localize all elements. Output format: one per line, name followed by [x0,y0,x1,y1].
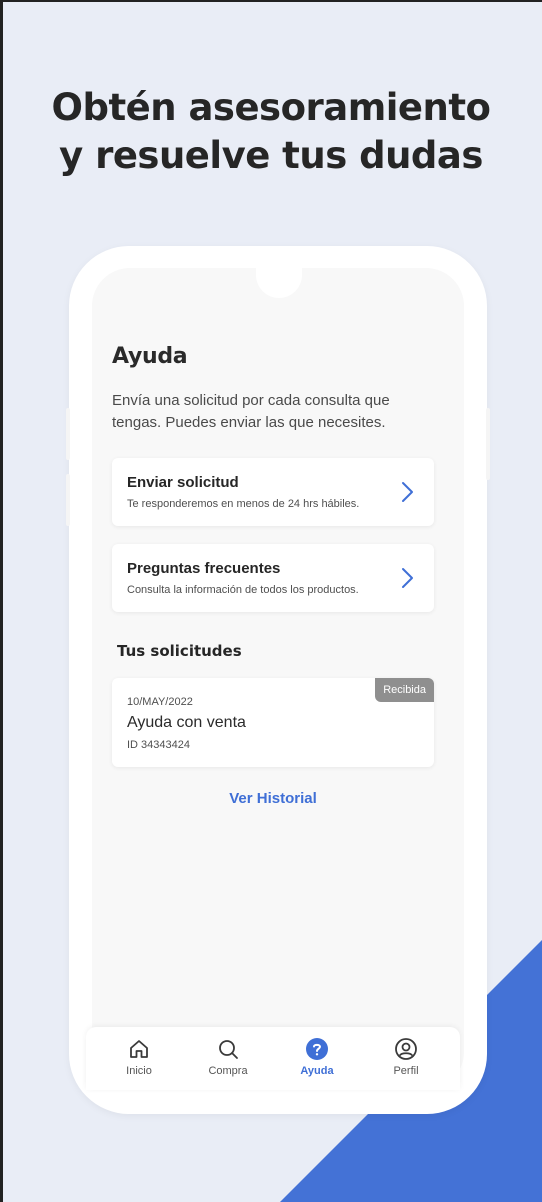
nav-item-compra[interactable]: Compra [193,1037,263,1077]
requests-section-title: Tus solicitudes [117,642,242,660]
send-request-subtitle: Te responderemos en menos de 24 hrs hábi… [127,498,360,510]
send-request-title: Enviar solicitud [127,474,239,491]
nav-item-perfil[interactable]: Perfil [371,1037,441,1077]
home-icon [130,1040,148,1058]
nav-label-perfil: Perfil [393,1065,419,1077]
faq-title: Preguntas frecuentes [127,560,281,577]
promo-headline-line-2: y resuelve tus dudas [59,134,483,177]
nav-label-ayuda: Ayuda [300,1065,334,1077]
help-icon [306,1038,328,1060]
nav-label-compra: Compra [208,1065,248,1077]
faq-card[interactable]: Preguntas frecuentes Consulta la informa… [112,544,434,612]
page-description: Envía una solicitud por cada consulta qu… [112,392,390,431]
search-icon [219,1040,238,1059]
phone-side-button-left-bottom [66,474,70,526]
nav-item-ayuda[interactable]: Ayuda [282,1037,352,1077]
nav-item-inicio[interactable]: Inicio [104,1037,174,1077]
page-title: Ayuda [112,344,188,369]
request-id: ID 34343424 [127,739,190,751]
chevron-right-icon [402,568,413,588]
promo-headline-line-1: Obtén asesoramiento [51,86,491,129]
user-icon [395,1038,417,1060]
promo-headline: Obtén asesoramiento y resuelve tus dudas [0,84,542,180]
send-request-card[interactable]: Enviar solicitud Te responderemos en men… [112,458,434,526]
nav-label-inicio: Inicio [126,1065,152,1077]
faq-subtitle: Consulta la información de todos los pro… [127,584,359,596]
status-badge: Recibida [375,678,434,702]
chevron-right-icon [402,482,413,502]
request-item-card[interactable]: Recibida 10/MAY/2022 Ayuda con venta ID … [112,678,434,767]
phone-side-button-left-top [66,408,70,460]
phone-side-button-right [486,408,490,480]
request-date: 10/MAY/2022 [127,696,193,708]
view-history-link[interactable]: Ver Historial [112,790,434,807]
request-title: Ayuda con venta [127,714,246,731]
